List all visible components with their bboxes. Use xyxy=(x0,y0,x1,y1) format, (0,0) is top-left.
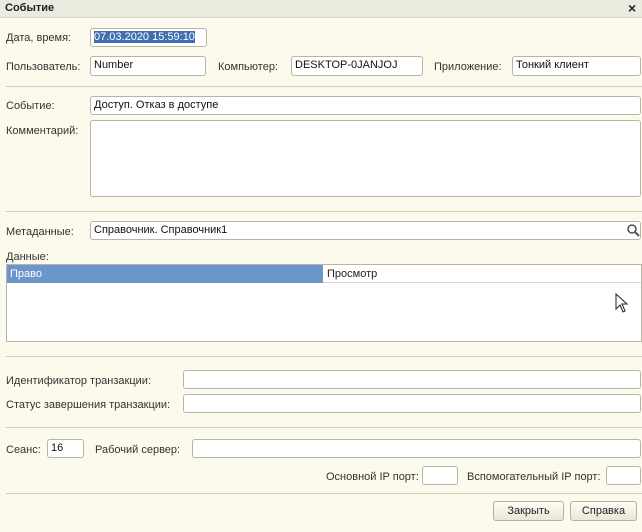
computer-label: Компьютер: xyxy=(218,61,278,73)
transaction-status-label: Статус завершения транзакции: xyxy=(6,399,171,411)
table-cell-value[interactable]: Просмотр xyxy=(323,265,641,283)
data-label: Данные: xyxy=(6,251,49,263)
main-ip-port-label: Основной IP порт: xyxy=(326,471,419,483)
comment-label: Комментарий: xyxy=(6,125,79,137)
table-cell-key[interactable]: Право xyxy=(7,265,323,283)
aux-ip-port-label: Вспомогательный IP порт: xyxy=(467,471,601,483)
application-field[interactable]: Тонкий клиент xyxy=(512,56,641,76)
transaction-id-field[interactable] xyxy=(183,370,641,389)
session-label: Сеанс: xyxy=(6,444,41,456)
separator xyxy=(6,493,642,494)
close-button[interactable]: Закрыть xyxy=(493,501,564,521)
user-label: Пользователь: xyxy=(6,61,81,73)
transaction-id-label: Идентификатор транзакции: xyxy=(6,375,151,387)
main-ip-port-field[interactable] xyxy=(422,466,458,485)
aux-ip-port-field[interactable] xyxy=(606,466,641,485)
separator xyxy=(6,86,642,87)
title-bar xyxy=(0,0,642,18)
event-field[interactable]: Доступ. Отказ в доступе xyxy=(90,96,641,115)
window-title: Событие xyxy=(5,2,55,14)
data-table[interactable]: Право Просмотр xyxy=(6,264,642,342)
separator xyxy=(6,356,642,357)
comment-textarea[interactable] xyxy=(90,120,641,197)
separator xyxy=(6,211,642,212)
application-label: Приложение: xyxy=(434,61,502,73)
event-label: Событие: xyxy=(6,100,55,112)
user-field[interactable]: Number xyxy=(90,56,206,76)
session-field[interactable]: 16 xyxy=(47,439,84,458)
datetime-field[interactable]: 07.03.2020 15:59:10 xyxy=(90,28,207,47)
close-icon[interactable]: × xyxy=(628,0,636,16)
work-server-label: Рабочий сервер: xyxy=(95,444,181,456)
work-server-field[interactable] xyxy=(192,439,641,458)
datetime-label: Дата, время: xyxy=(6,32,72,44)
mouse-cursor-icon xyxy=(615,292,629,316)
search-icon[interactable] xyxy=(625,222,641,238)
transaction-status-field[interactable] xyxy=(183,394,641,413)
metadata-label: Метаданные: xyxy=(6,226,74,238)
help-button[interactable]: Справка xyxy=(570,501,637,521)
computer-field[interactable]: DESKTOP-0JANJOJ xyxy=(291,56,423,76)
metadata-field[interactable]: Справочник. Справочник1 xyxy=(90,221,641,240)
separator xyxy=(6,427,642,428)
